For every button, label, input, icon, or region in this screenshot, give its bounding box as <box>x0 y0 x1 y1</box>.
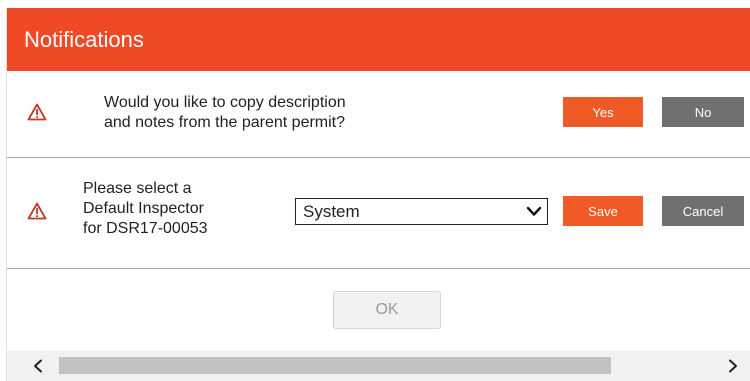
chevron-down-icon <box>526 206 542 216</box>
notifications-dialog: Notifications Would you like to copy des… <box>6 8 750 381</box>
copy-message-line-1: Would you like to copy description <box>104 94 346 111</box>
inspector-message-line-1: Please select a <box>83 180 192 197</box>
chevron-right-icon <box>729 359 737 373</box>
copy-description-row: Would you like to copy description and n… <box>7 71 750 158</box>
scroll-right-button[interactable] <box>722 355 744 377</box>
dialog-title: Notifications <box>24 26 144 52</box>
inspector-select-value: System <box>303 201 360 221</box>
copy-description-message: Would you like to copy description and n… <box>104 93 346 133</box>
yes-button[interactable]: Yes <box>563 97 643 127</box>
no-button[interactable]: No <box>662 97 744 127</box>
dialog-titlebar: Notifications <box>7 8 750 71</box>
horizontal-scrollbar[interactable] <box>7 351 750 381</box>
cancel-button[interactable]: Cancel <box>662 196 744 226</box>
save-button[interactable]: Save <box>563 196 643 226</box>
default-inspector-message: Please select a Default Inspector for DS… <box>83 179 208 239</box>
warning-triangle-icon <box>27 202 47 220</box>
warning-triangle-icon <box>27 103 47 121</box>
ok-button[interactable]: OK <box>333 291 441 329</box>
chevron-left-icon <box>34 359 42 373</box>
default-inspector-row: Please select a Default Inspector for DS… <box>7 158 750 269</box>
inspector-message-line-3: for DSR17-00053 <box>83 220 208 237</box>
scrollbar-thumb[interactable] <box>59 357 611 374</box>
scroll-left-button[interactable] <box>27 355 49 377</box>
inspector-message-line-2: Default Inspector <box>83 200 204 217</box>
copy-message-line-2: and notes from the parent permit? <box>104 114 346 131</box>
dialog-footer: OK <box>7 269 750 359</box>
inspector-select[interactable]: System <box>295 198 548 225</box>
